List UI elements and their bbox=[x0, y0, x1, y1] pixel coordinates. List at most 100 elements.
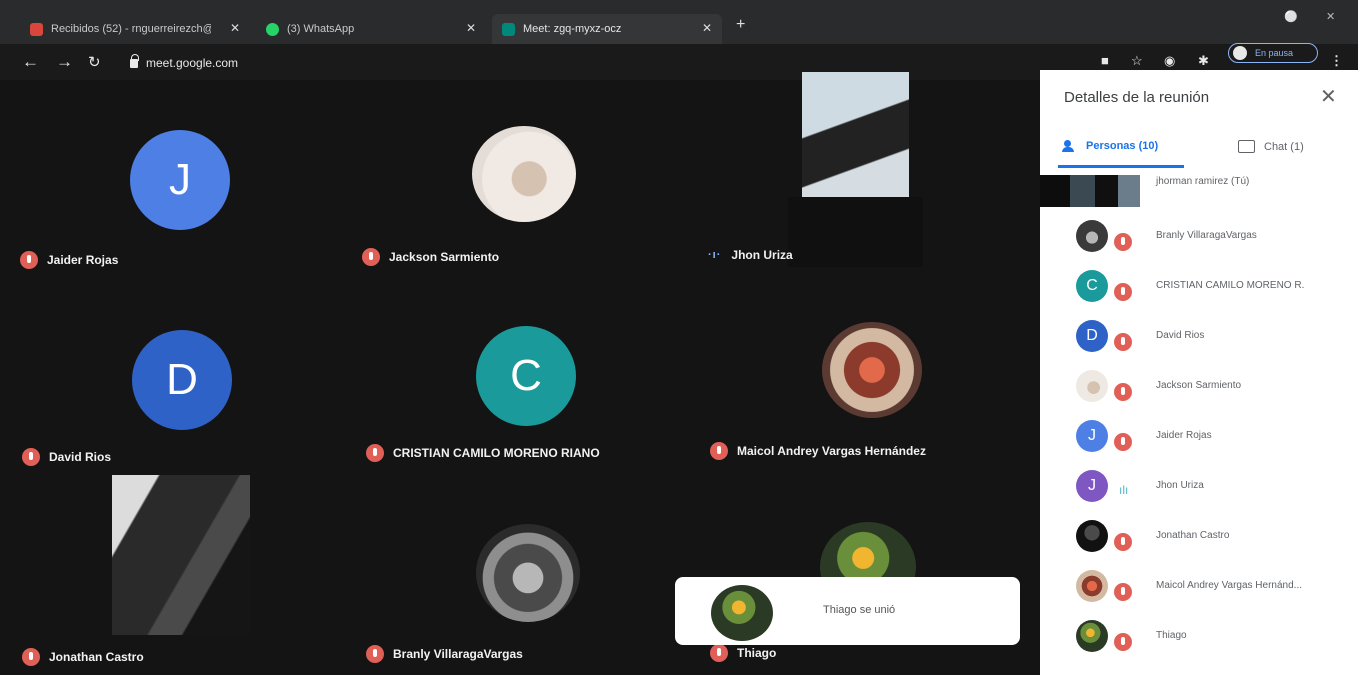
participant-photo bbox=[472, 126, 576, 222]
mic-off-icon bbox=[366, 645, 384, 663]
participant-row[interactable]: Branly VillaragaVargas bbox=[1040, 218, 1358, 268]
participant-name: Jonathan Castro bbox=[49, 650, 144, 664]
avatar-initial: D bbox=[166, 355, 198, 404]
avatar: C bbox=[1076, 270, 1108, 302]
tile-name-thiago: Thiago bbox=[710, 644, 776, 662]
tab-title: (3) WhatsApp bbox=[287, 23, 355, 35]
participant-row[interactable]: Jonathan Castro bbox=[1040, 518, 1358, 568]
close-icon[interactable]: ✕ bbox=[1320, 84, 1337, 109]
tile-name-david-rios: David Rios bbox=[22, 448, 111, 466]
participant-video bbox=[802, 72, 909, 197]
participant-row[interactable]: J Jaider Rojas bbox=[1040, 418, 1358, 468]
mic-off-icon bbox=[1112, 231, 1134, 253]
avatar: D bbox=[132, 330, 232, 430]
reload-icon[interactable]: ↻ bbox=[88, 53, 101, 71]
tab-people-label: Personas (10) bbox=[1086, 140, 1159, 152]
close-window-icon[interactable]: ✕ bbox=[1326, 10, 1335, 23]
mic-off-icon bbox=[1112, 631, 1134, 653]
mic-off-icon bbox=[1112, 281, 1134, 303]
tile-name-jackson-sarmiento: Jackson Sarmiento bbox=[362, 248, 499, 266]
profile-avatar-icon bbox=[1233, 46, 1247, 60]
minimize-icon[interactable]: ⚪ bbox=[1284, 10, 1298, 23]
tab-people[interactable]: Personas (10) bbox=[1062, 140, 1158, 152]
avatar-initial: D bbox=[1086, 327, 1098, 344]
people-icon bbox=[1062, 140, 1079, 152]
speaking-icon: ·ı· bbox=[708, 249, 722, 261]
close-icon[interactable]: ✕ bbox=[466, 21, 476, 35]
pause-label: En pausa bbox=[1255, 48, 1294, 58]
participant-name: Jhon Uriza bbox=[731, 248, 793, 262]
self-video-thumbnail bbox=[1040, 175, 1140, 207]
close-icon[interactable]: ✕ bbox=[230, 21, 240, 35]
mic-off-icon bbox=[710, 644, 728, 662]
self-name: jhorman ramirez (Tú) bbox=[1156, 176, 1250, 187]
profile-paused-button[interactable]: En pausa bbox=[1228, 43, 1318, 63]
mic-off-icon bbox=[1112, 331, 1134, 353]
camera-icon[interactable]: ■ bbox=[1101, 53, 1109, 68]
participant-row[interactable]: J ılı Jhon Uriza bbox=[1040, 468, 1358, 518]
tab-chat[interactable]: Chat (1) bbox=[1238, 140, 1304, 153]
participant-row[interactable]: Jackson Sarmiento bbox=[1040, 368, 1358, 418]
participant-row[interactable]: C CRISTIAN CAMILO MORENO R. bbox=[1040, 268, 1358, 318]
avatar-initial: C bbox=[1086, 277, 1098, 294]
tab-gmail[interactable]: Recibidos (52) - rnguerreirezch@g ✕ bbox=[20, 14, 250, 44]
chat-icon bbox=[1238, 140, 1255, 153]
url-field[interactable]: meet.google.com bbox=[130, 53, 238, 70]
forward-icon[interactable]: → bbox=[56, 52, 73, 72]
mic-off-icon bbox=[1112, 381, 1134, 403]
participant-name: CRISTIAN CAMILO MORENO R. bbox=[1156, 280, 1305, 291]
participant-name: Maicol Andrey Vargas Hernánd... bbox=[1156, 580, 1303, 591]
participant-row[interactable]: D David Rios bbox=[1040, 318, 1358, 368]
puzzle-icon[interactable]: ✱ bbox=[1198, 53, 1209, 69]
participant-video bbox=[112, 475, 250, 635]
new-tab-icon[interactable]: + bbox=[736, 16, 745, 34]
tab-whatsapp[interactable]: (3) WhatsApp ✕ bbox=[256, 14, 486, 44]
meeting-details-panel: Detalles de la reunión ✕ Personas (10) C… bbox=[1040, 70, 1358, 675]
tile-name-cristian-camilo: CRISTIAN CAMILO MORENO RIANO bbox=[366, 444, 600, 462]
lock-icon bbox=[130, 53, 139, 68]
menu-icon[interactable]: ⋮ bbox=[1330, 53, 1343, 69]
tab-title: Recibidos (52) - rnguerreirezch@g bbox=[51, 23, 211, 35]
close-icon[interactable]: ✕ bbox=[702, 21, 712, 35]
avatar: D bbox=[1076, 320, 1108, 352]
extension-icon[interactable]: ◉ bbox=[1164, 53, 1175, 69]
avatar-initial: J bbox=[169, 155, 191, 204]
participant-row[interactable]: Maicol Andrey Vargas Hernánd... bbox=[1040, 568, 1358, 618]
tab-title: Meet: zgq-myxz-ocz bbox=[523, 23, 622, 35]
tile-name-jhon-uriza: ·ı· Jhon Uriza bbox=[708, 248, 793, 262]
participant-name: Thiago bbox=[737, 646, 777, 660]
participant-name: Branly VillaragaVargas bbox=[1156, 230, 1257, 241]
participant-name: David Rios bbox=[49, 450, 112, 464]
avatar bbox=[1076, 570, 1108, 602]
meet-icon bbox=[502, 22, 515, 36]
participant-photo bbox=[476, 524, 580, 622]
gmail-icon bbox=[30, 22, 43, 36]
avatar bbox=[1076, 520, 1108, 552]
participant-name: Jonathan Castro bbox=[1156, 530, 1230, 541]
star-icon[interactable]: ☆ bbox=[1131, 53, 1143, 69]
active-tab-indicator bbox=[1058, 165, 1184, 168]
browser-tab-bar: Recibidos (52) - rnguerreirezch@g ✕ (3) … bbox=[0, 0, 1358, 44]
tile-name-jaider-rojas: Jaider Rojas bbox=[20, 251, 118, 269]
mic-off-icon bbox=[20, 251, 38, 269]
participant-photo bbox=[822, 322, 922, 418]
whatsapp-icon bbox=[266, 22, 279, 36]
participant-name: Maicol Andrey Vargas Hernández bbox=[737, 444, 926, 458]
avatar bbox=[1076, 370, 1108, 402]
tile-name-jonathan-castro: Jonathan Castro bbox=[22, 648, 144, 666]
participant-name: David Rios bbox=[1156, 330, 1205, 341]
mic-off-icon bbox=[22, 648, 40, 666]
tile-name-branly-villaraga: Branly VillaragaVargas bbox=[366, 645, 523, 663]
avatar: C bbox=[476, 326, 576, 426]
avatar-initial: J bbox=[1088, 477, 1096, 494]
mic-off-icon bbox=[366, 444, 384, 462]
tab-meet[interactable]: Meet: zgq-myxz-ocz ✕ bbox=[492, 14, 722, 44]
meet-window: Recibidos (52) - rnguerreirezch@g ✕ (3) … bbox=[0, 0, 1358, 675]
participant-row[interactable]: Thiago bbox=[1040, 618, 1358, 668]
avatar bbox=[1076, 220, 1108, 252]
participant-name: Jhon Uriza bbox=[1156, 480, 1204, 491]
mic-off-icon bbox=[22, 448, 40, 466]
mic-off-icon bbox=[362, 248, 380, 266]
back-icon[interactable]: ← bbox=[22, 52, 39, 72]
speaking-icon: ılı bbox=[1119, 483, 1129, 497]
